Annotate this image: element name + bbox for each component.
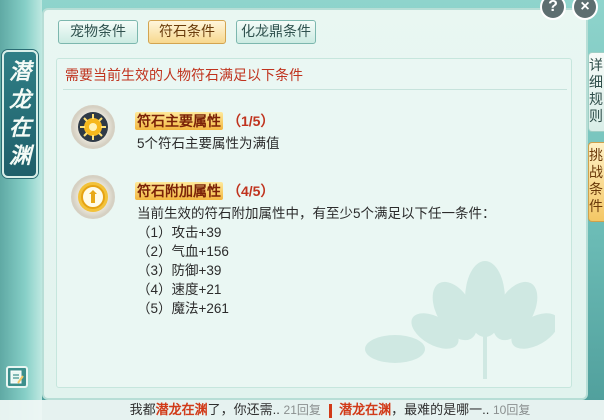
- condition-title: 符石附加属性 （4/5）: [135, 181, 274, 201]
- chat-message-left[interactable]: 我都潜龙在渊了，你还需.. 21回复: [130, 402, 325, 417]
- banner-char: 龙: [8, 87, 31, 113]
- banner-char: 潜: [8, 59, 31, 85]
- condition-line: 当前生效的符石附加属性中，有至少5个满足以下任一条件：: [137, 206, 496, 221]
- chat-message-right[interactable]: 潜龙在渊，最难的是哪一.. 10回复: [339, 402, 530, 417]
- activity-banner[interactable]: 潜 龙 在 渊: [2, 50, 38, 178]
- condition-line: （1）攻击+39: [137, 225, 222, 240]
- condition-line: （3）防御+39: [137, 263, 222, 278]
- condition-panel: 宠物条件 符石条件 化龙鼎条件 需要当前生效的人物符石满足以下条件 符石主要属性…: [42, 8, 588, 400]
- condition-line: （5）魔法+261: [137, 301, 229, 316]
- condition-title: 符石主要属性 （1/5）: [135, 111, 274, 131]
- side-tab-label: 详细规则: [589, 57, 603, 124]
- tab-label: 宠物条件: [70, 23, 126, 39]
- chat-highlight: 潜龙在渊: [155, 402, 208, 417]
- condition-name: 符石附加属性: [135, 182, 223, 200]
- sun-rune-icon: [71, 105, 115, 149]
- chat-separator: [328, 403, 332, 418]
- chat-text: 我都: [129, 402, 156, 417]
- tab-label: 化龙鼎条件: [241, 23, 311, 39]
- side-tab-label: 挑战条件: [589, 147, 603, 214]
- condition-name: 符石主要属性: [135, 112, 223, 130]
- condition-line: （4）速度+21: [137, 282, 222, 297]
- banner-char: 渊: [8, 143, 31, 169]
- banner-char: 在: [8, 115, 31, 141]
- condition-content: 需要当前生效的人物符石满足以下条件 符石主要属性 （1/5） 5个符石主要属性为满…: [56, 58, 572, 388]
- divider: [63, 89, 567, 90]
- side-tab-detailed-rules[interactable]: 详细规则: [588, 52, 604, 132]
- shield-rune-icon: [71, 175, 115, 219]
- condition-line: （2）气血+156: [137, 244, 229, 259]
- tab-pet-conditions[interactable]: 宠物条件: [58, 20, 138, 44]
- chat-text: 了，你还需..: [207, 402, 280, 417]
- headline: 需要当前生效的人物符石满足以下条件: [65, 67, 303, 83]
- reply-count: 10回复: [493, 403, 531, 417]
- condition-progress: （4/5）: [227, 183, 275, 199]
- reply-count: 21回复: [283, 403, 321, 417]
- condition-line: 5个符石主要属性为满值: [137, 136, 280, 151]
- chat-highlight: 潜龙在渊: [339, 402, 392, 417]
- side-tab-challenge-conditions[interactable]: 挑战条件: [588, 142, 604, 222]
- close-icon: ×: [580, 0, 590, 15]
- tab-rune-conditions[interactable]: 符石条件: [148, 20, 226, 44]
- tab-dragon-cauldron-conditions[interactable]: 化龙鼎条件: [236, 20, 316, 44]
- left-strip: 潜 龙 在 渊: [0, 0, 42, 420]
- condition-progress: （1/5）: [227, 113, 275, 129]
- chat-text: ，最难的是哪一..: [391, 402, 490, 417]
- edit-note-icon[interactable]: [6, 366, 28, 388]
- lotus-decoration: [365, 261, 555, 379]
- help-icon: ?: [548, 0, 558, 15]
- chat-strip: 我都潜龙在渊了，你还需.. 21回复 潜龙在渊，最难的是哪一.. 10回复: [0, 400, 604, 420]
- tab-label: 符石条件: [159, 23, 215, 39]
- close-button[interactable]: ×: [572, 0, 598, 20]
